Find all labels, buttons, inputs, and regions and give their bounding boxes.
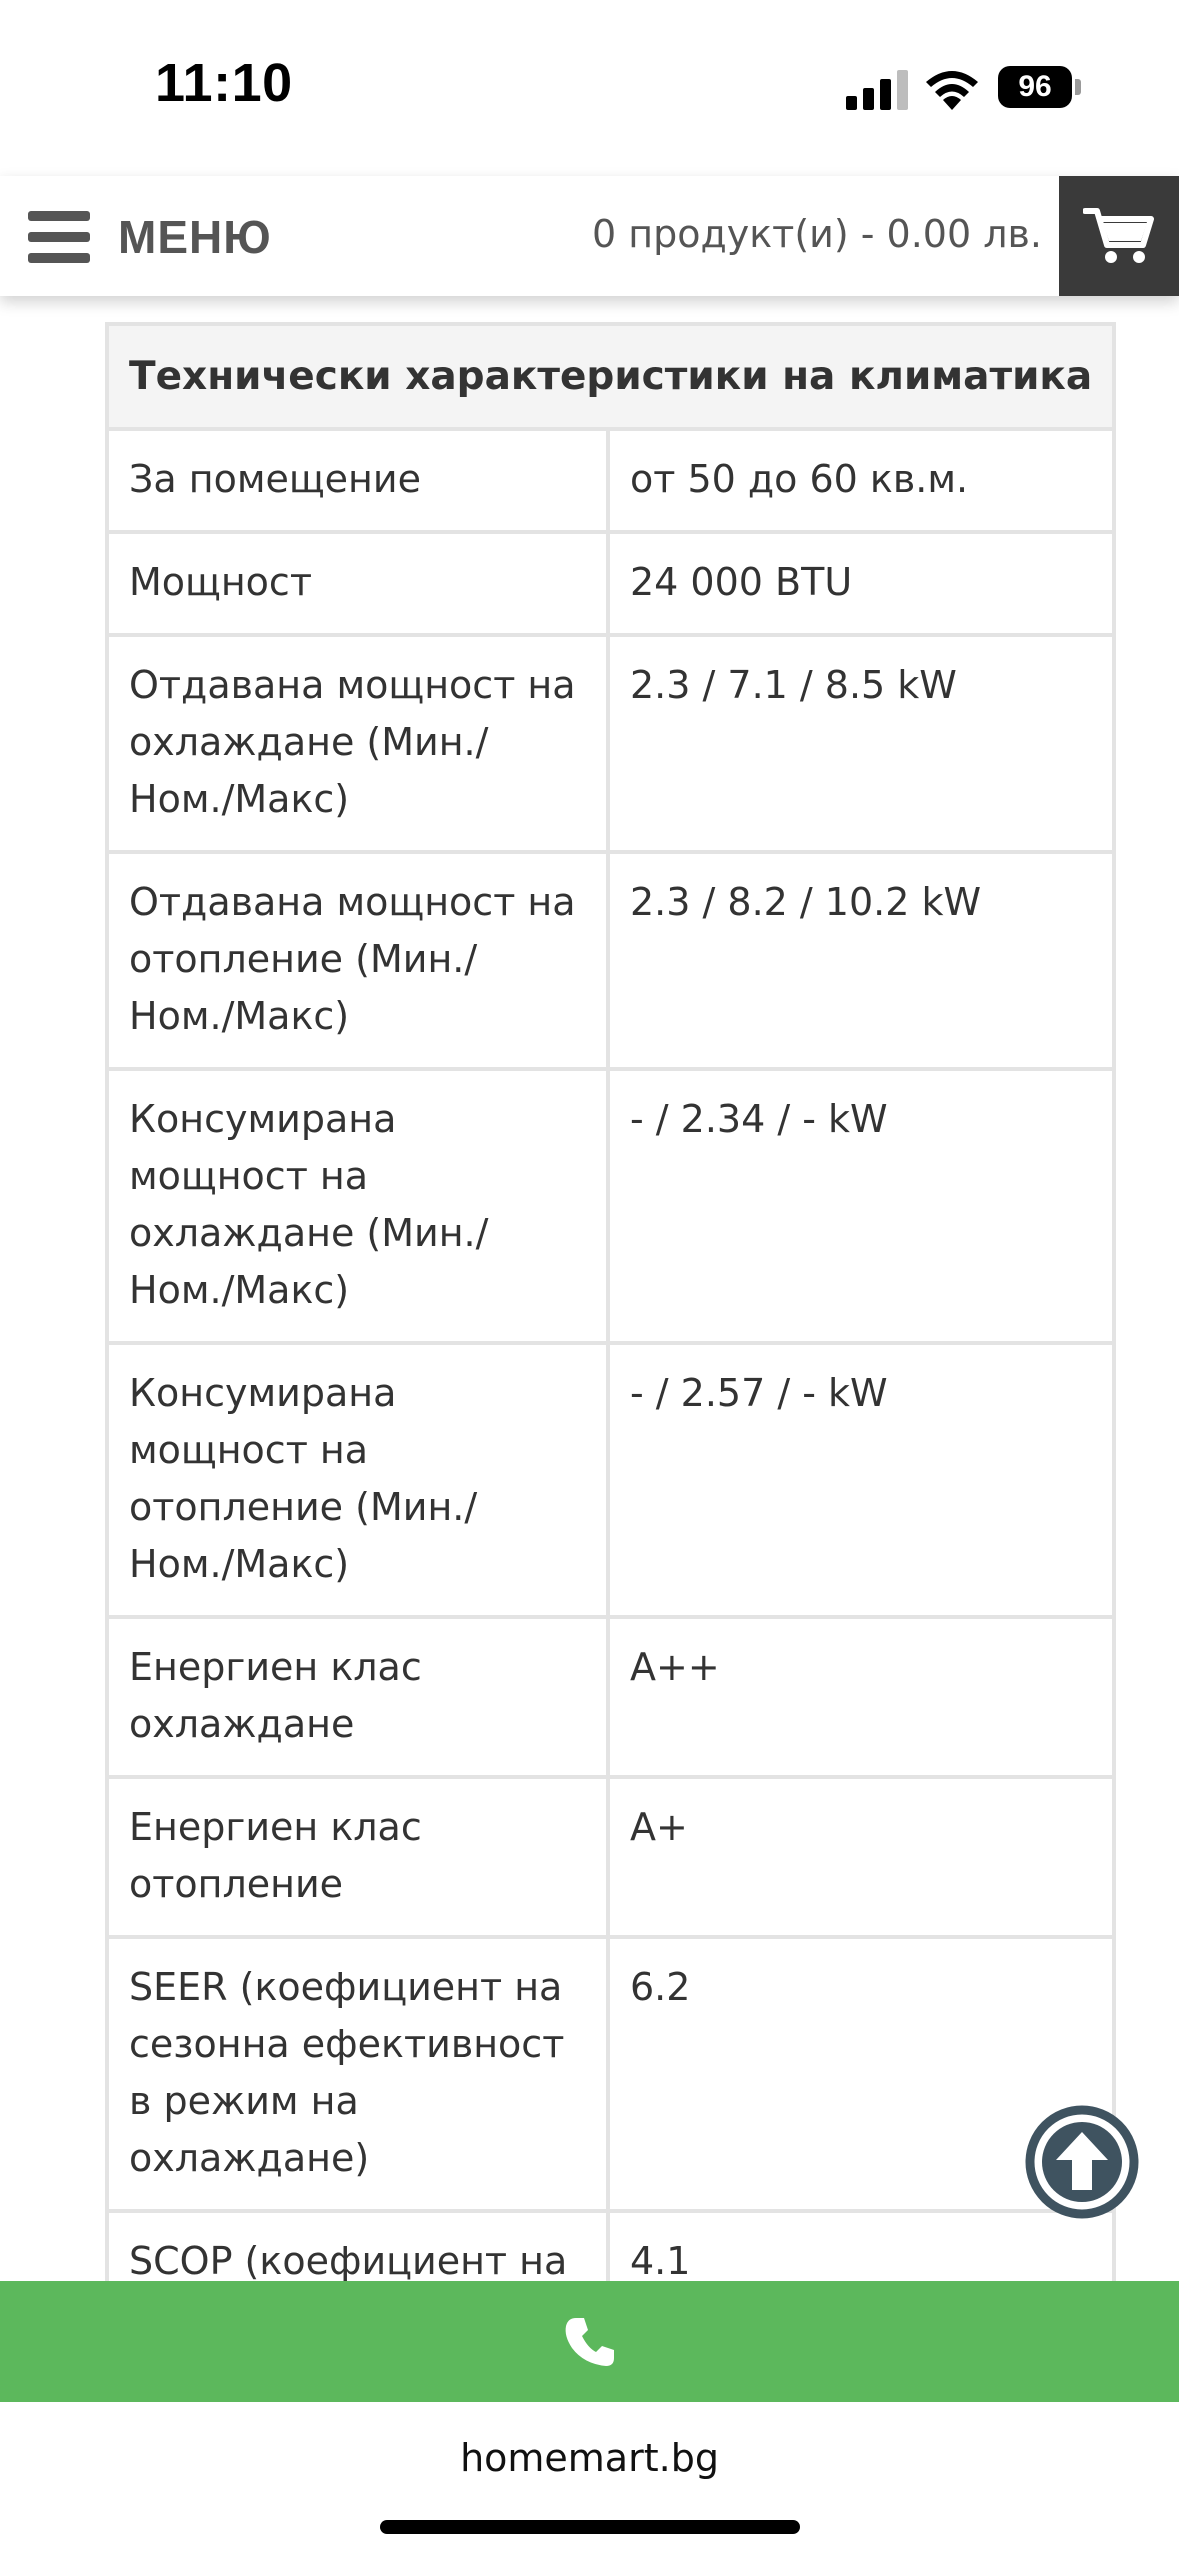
spec-value: от 50 до 60 кв.м. bbox=[605, 427, 1117, 534]
spec-label: Мощност bbox=[105, 530, 610, 637]
spec-label: Енергиен клас охлаждане bbox=[105, 1615, 610, 1779]
browser-address-bar: homemart.bg bbox=[0, 2402, 1179, 2556]
spec-value: 24 000 BTU bbox=[605, 530, 1117, 637]
scroll-to-top-button[interactable] bbox=[1022, 2102, 1179, 2266]
table-row: SEER (коефициент на сезонна ефективност … bbox=[105, 1935, 1117, 2213]
table-row: Мощност 24 000 BTU bbox=[105, 530, 1117, 637]
table-row: Отдавана мощност на отопление (Мин./ Ном… bbox=[105, 850, 1117, 1071]
site-header: МЕНЮ 0 продукт(и) - 0.00 лв. bbox=[0, 176, 1179, 296]
table-row: За помещение от 50 до 60 кв.м. bbox=[105, 427, 1117, 534]
spec-label: За помещение bbox=[105, 427, 610, 534]
spec-label: Консумирана мощност на отопление (Мин./ … bbox=[105, 1341, 610, 1619]
spec-label: Енергиен клас отопление bbox=[105, 1775, 610, 1939]
table-row: Консумирана мощност на отопление (Мин./ … bbox=[105, 1341, 1117, 1619]
table-row: Отдавана мощност на охлаждане (Мин./ Ном… bbox=[105, 633, 1117, 854]
call-button[interactable] bbox=[0, 2281, 1179, 2402]
spec-label: Отдавана мощност на отопление (Мин./ Ном… bbox=[105, 850, 610, 1071]
shopping-cart-icon bbox=[1083, 208, 1154, 263]
wifi-icon bbox=[926, 71, 978, 110]
spec-value: A+ bbox=[605, 1775, 1117, 1939]
spec-value: 2.3 / 7.1 / 8.5 kW bbox=[605, 633, 1117, 854]
menu-button[interactable]: МЕНЮ bbox=[28, 202, 272, 272]
table-row: Енергиен клас охлаждане A++ bbox=[105, 1615, 1117, 1779]
page: 11:10 96 МЕНЮ 0 продукт(и) - 0.00 лв. Те… bbox=[0, 0, 1179, 2556]
spec-value: 2.3 / 8.2 / 10.2 kW bbox=[605, 850, 1117, 1071]
table-row: Енергиен клас отопление A+ bbox=[105, 1775, 1117, 1939]
battery-icon: 96 bbox=[998, 66, 1082, 108]
battery-level: 96 bbox=[998, 66, 1072, 108]
status-bar: 11:10 96 bbox=[0, 0, 1179, 176]
specs-table: Технически характеристики на климатика З… bbox=[104, 322, 1117, 2316]
cellular-signal-icon bbox=[846, 70, 908, 110]
spec-value: A++ bbox=[605, 1615, 1117, 1779]
home-indicator[interactable] bbox=[380, 2520, 800, 2534]
spec-label: Отдавана мощност на охлаждане (Мин./ Ном… bbox=[105, 633, 610, 854]
status-time: 11:10 bbox=[155, 53, 293, 113]
table-row: Консумирана мощност на охлаждане (Мин./ … bbox=[105, 1067, 1117, 1345]
spec-label: SEER (коефициент на сезонна ефективност … bbox=[105, 1935, 610, 2213]
spec-value: - / 2.57 / - kW bbox=[605, 1341, 1117, 1619]
phone-icon bbox=[565, 2317, 614, 2366]
spec-value: - / 2.34 / - kW bbox=[605, 1067, 1117, 1345]
url-text[interactable]: homemart.bg bbox=[0, 2436, 1179, 2480]
specs-title: Технически характеристики на климатика bbox=[104, 322, 1117, 431]
spec-label: Консумирана мощност на охлаждане (Мин./ … bbox=[105, 1067, 610, 1345]
hamburger-icon bbox=[28, 211, 90, 263]
cart-button[interactable] bbox=[1059, 176, 1179, 296]
cart-summary[interactable]: 0 продукт(и) - 0.00 лв. bbox=[592, 212, 1042, 256]
menu-label: МЕНЮ bbox=[118, 211, 272, 263]
